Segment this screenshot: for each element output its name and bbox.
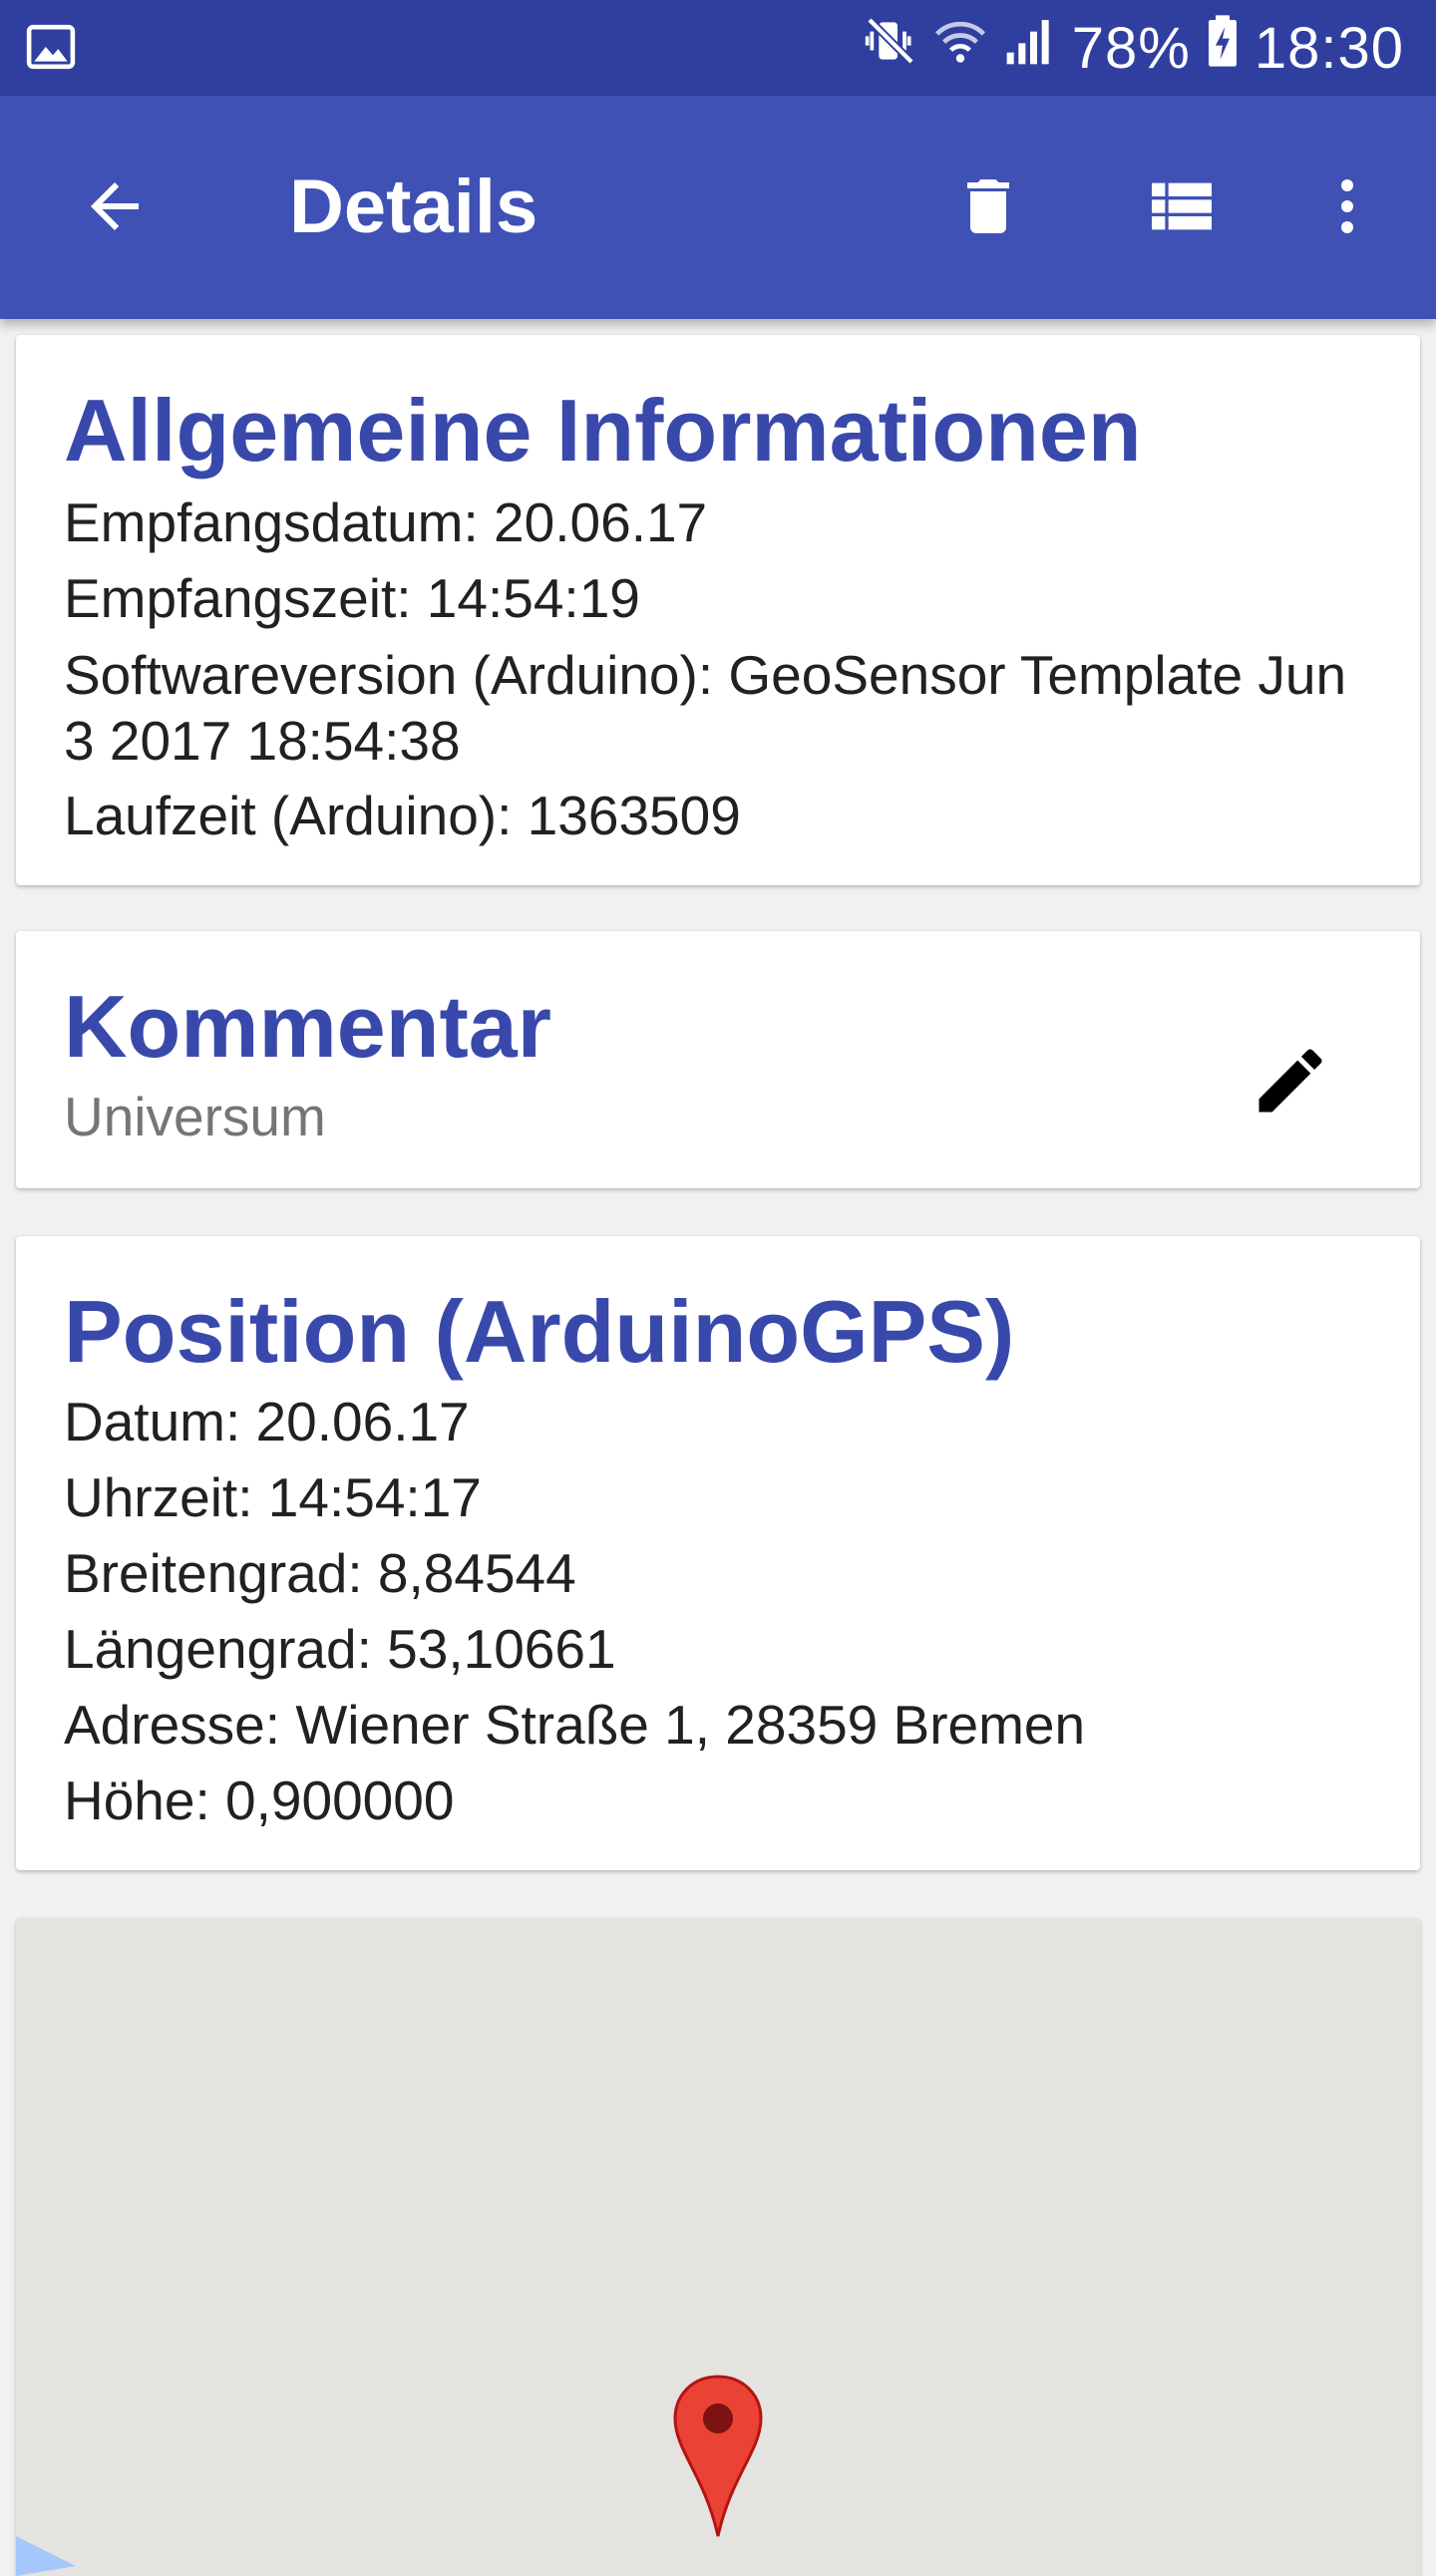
list-view-button[interactable] bbox=[1127, 154, 1237, 263]
wifi-icon bbox=[932, 13, 988, 83]
map-pin-icon[interactable] bbox=[671, 2373, 765, 2540]
delete-button[interactable] bbox=[933, 154, 1043, 263]
longitude: Längengrad: 53,10661 bbox=[64, 1618, 616, 1680]
map-view[interactable] bbox=[16, 1918, 1420, 2576]
software-version: Softwareversion (Arduino): GeoSensor Tem… bbox=[64, 644, 1347, 772]
address: Adresse: Wiener Straße 1, 28359 Bremen bbox=[64, 1694, 1086, 1756]
arrow-back-icon bbox=[79, 170, 151, 247]
mute-vibrate-icon bbox=[863, 13, 918, 83]
position-title: Position (ArduinoGPS) bbox=[64, 1282, 1015, 1381]
general-info-title: Allgemeine Informationen bbox=[64, 381, 1142, 480]
more-vert-icon bbox=[1311, 170, 1383, 247]
signal-icon bbox=[1002, 13, 1058, 83]
app-bar: Details bbox=[0, 96, 1436, 319]
status-bar: 78% 18:30 bbox=[0, 0, 1436, 96]
comment-text: Universum bbox=[64, 1086, 326, 1147]
position-date: Datum: 20.06.17 bbox=[64, 1391, 470, 1452]
gallery-notification-icon bbox=[26, 22, 76, 72]
page-title: Details bbox=[289, 164, 538, 249]
delete-icon bbox=[952, 170, 1024, 247]
position-time: Uhrzeit: 14:54:17 bbox=[64, 1466, 482, 1528]
comment-title: Kommentar bbox=[64, 977, 551, 1076]
battery-percent: 78% bbox=[1071, 15, 1191, 81]
latitude: Breitengrad: 8,84544 bbox=[64, 1542, 576, 1604]
more-options-button[interactable] bbox=[1292, 154, 1402, 263]
edit-pencil-icon bbox=[1249, 1039, 1332, 1127]
general-info-card: Allgemeine Informationen Empfangsdatum: … bbox=[16, 335, 1420, 885]
battery-charging-icon bbox=[1205, 13, 1241, 83]
edit-comment-button[interactable] bbox=[1221, 1013, 1360, 1152]
runtime: Laufzeit (Arduino): 1363509 bbox=[64, 785, 741, 846]
receive-date: Empfangsdatum: 20.06.17 bbox=[64, 491, 708, 553]
comment-card: Kommentar Universum bbox=[16, 931, 1420, 1188]
clock-time: 18:30 bbox=[1254, 15, 1404, 81]
position-card: Position (ArduinoGPS) Datum: 20.06.17 Uh… bbox=[16, 1236, 1420, 1870]
list-icon bbox=[1142, 166, 1222, 251]
receive-time: Empfangszeit: 14:54:19 bbox=[64, 567, 640, 629]
back-button[interactable] bbox=[60, 154, 170, 263]
altitude: Höhe: 0,900000 bbox=[64, 1770, 455, 1831]
